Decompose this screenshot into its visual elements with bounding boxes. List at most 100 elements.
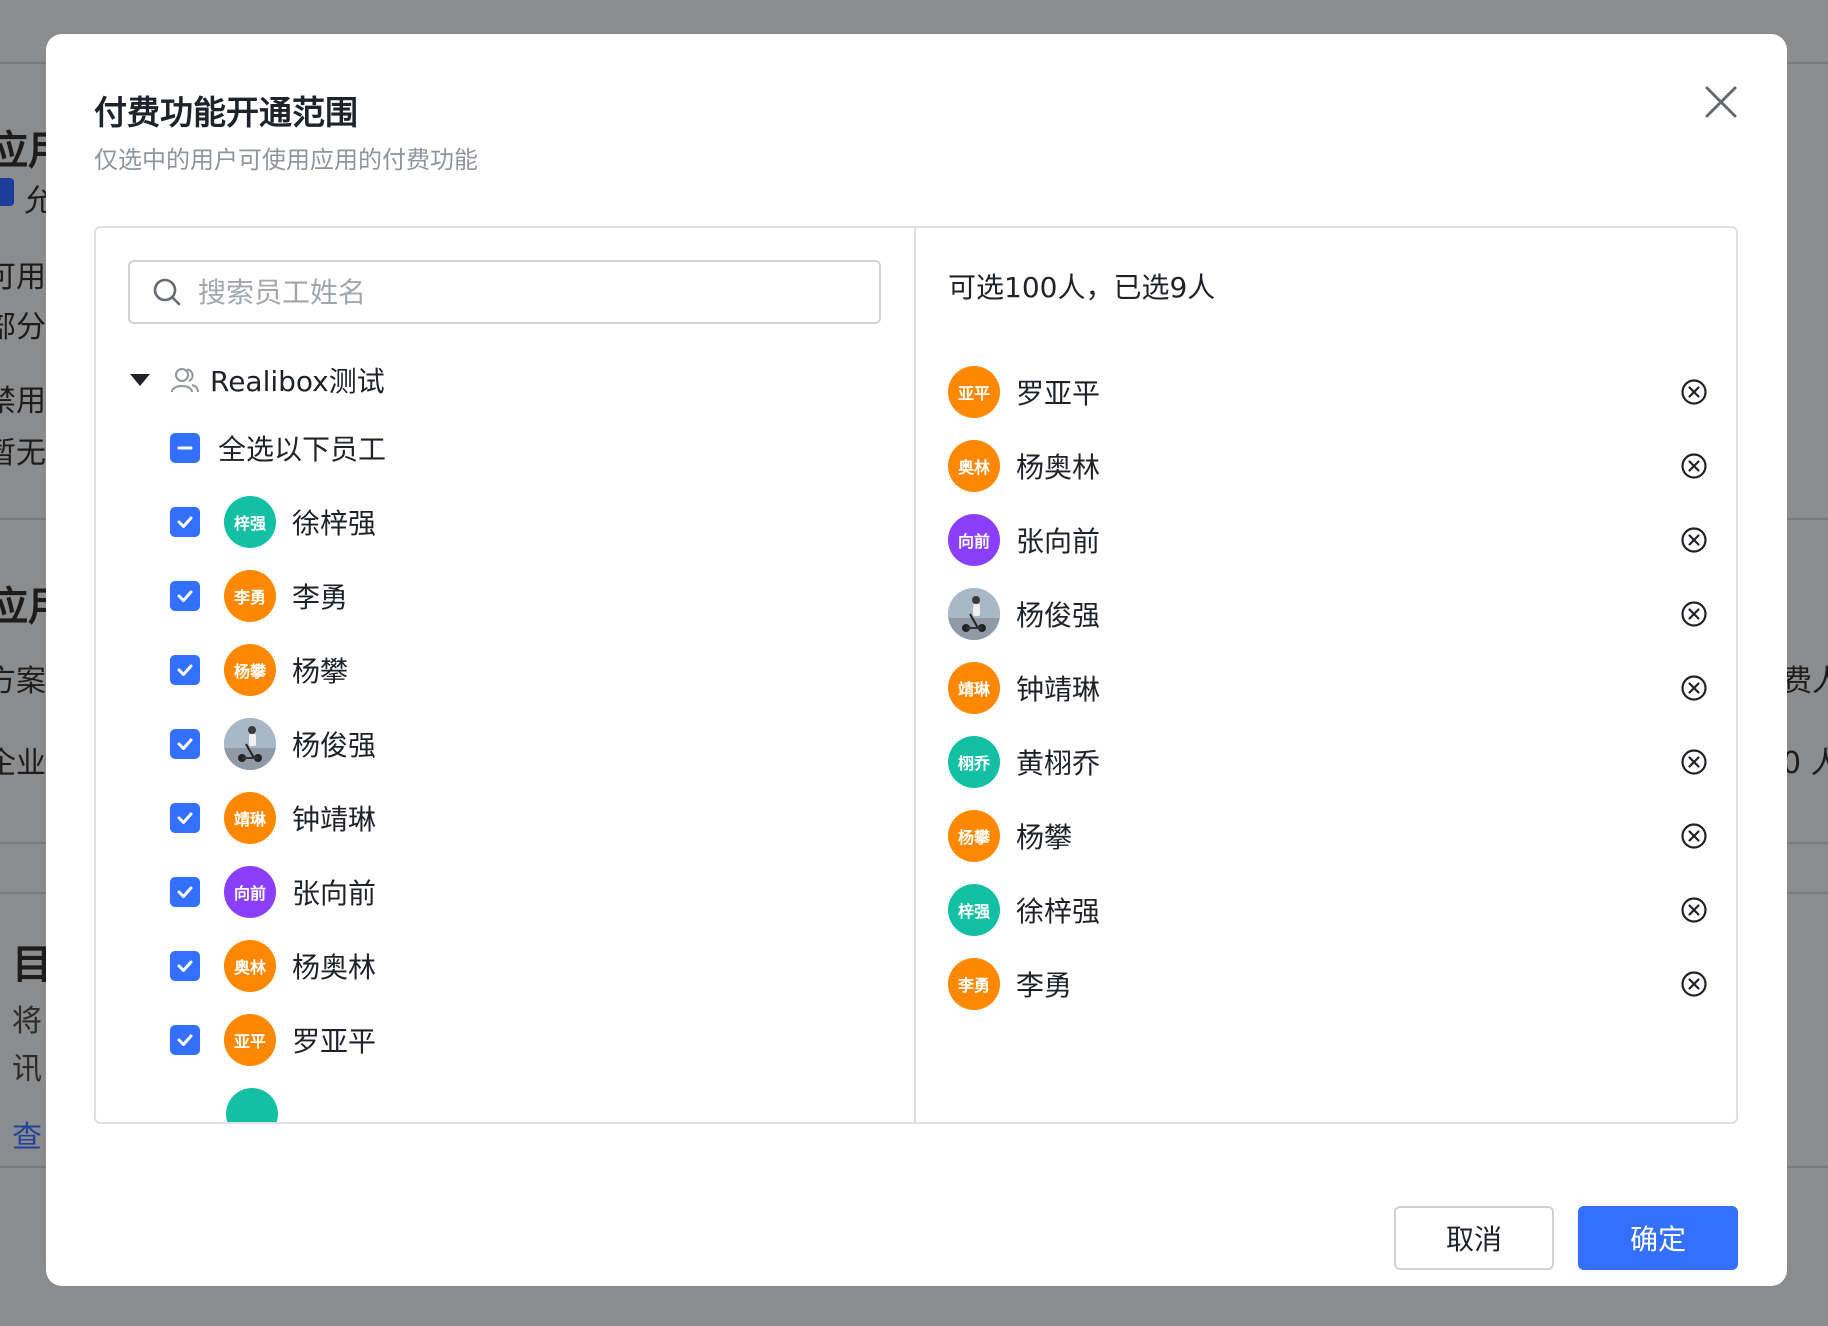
avatar: 靖琳 — [948, 662, 1000, 714]
bg-link-1[interactable]: 查 — [12, 1112, 42, 1156]
remove-selected-button[interactable] — [1680, 378, 1708, 406]
remove-circle-icon — [1681, 453, 1707, 479]
employee-name: 钟靖琳 — [292, 803, 377, 836]
confirm-button[interactable]: 确定 — [1578, 1206, 1738, 1270]
select-all-checkbox[interactable] — [170, 433, 200, 463]
employee-checkbox[interactable] — [170, 877, 200, 907]
search-box[interactable] — [128, 260, 881, 324]
remove-selected-button[interactable] — [1680, 600, 1708, 628]
employee-checkbox[interactable] — [170, 803, 200, 833]
employee-row[interactable]: 杨攀 杨攀 — [170, 640, 348, 700]
selected-row: 向前 张向前 — [948, 512, 1708, 568]
employee-name: 杨攀 — [292, 655, 349, 688]
avatar: 梓强 — [948, 884, 1000, 936]
avatar: 向前 — [948, 514, 1000, 566]
check-icon — [177, 664, 193, 676]
bg-text-r1: 费人 — [1782, 664, 1828, 699]
remove-selected-button[interactable] — [1680, 748, 1708, 776]
bg-text-10: 讯 — [12, 1052, 42, 1087]
cancel-button[interactable]: 取消 — [1394, 1206, 1554, 1270]
employee-name: 李勇 — [292, 581, 349, 614]
avatar: 靖琳 — [224, 792, 276, 844]
employee-row[interactable]: 梓强 徐梓强 — [170, 492, 376, 552]
employee-row[interactable]: 向前 张向前 — [170, 862, 376, 922]
selected-row: 靖琳 钟靖琳 — [948, 660, 1708, 716]
bg-text-9: 将 — [12, 1004, 42, 1039]
selected-name: 张向前 — [1016, 525, 1101, 558]
close-icon — [1705, 86, 1737, 118]
remove-selected-button[interactable] — [1680, 452, 1708, 480]
avatar: 亚平 — [224, 1014, 276, 1066]
avatar: 向前 — [224, 866, 276, 918]
check-icon — [177, 886, 193, 898]
employee-tree-panel: Realibox测试 全选以下员工 梓强徐梓强李勇李勇杨攀杨攀杨俊强靖琳钟靖琳向… — [96, 228, 916, 1122]
remove-selected-button[interactable] — [1680, 822, 1708, 850]
employee-name: 杨俊强 — [292, 729, 377, 762]
bg-text-3: 部分 — [0, 310, 46, 345]
employee-checkbox[interactable] — [170, 581, 200, 611]
bg-text-r2: 0 人 — [1782, 746, 1828, 781]
avatar: 奥林 — [224, 940, 276, 992]
employee-name: 杨奥林 — [292, 951, 377, 984]
remove-circle-icon — [1681, 527, 1707, 553]
bg-text-2: 可用 — [0, 260, 46, 295]
bg-text-4: 禁用 — [0, 384, 46, 419]
selected-row: 梓强 徐梓强 — [948, 882, 1708, 938]
remove-selected-button[interactable] — [1680, 526, 1708, 554]
selected-name: 钟靖琳 — [1016, 673, 1101, 706]
employee-checkbox[interactable] — [170, 507, 200, 537]
select-all-row[interactable]: 全选以下员工 — [170, 418, 386, 478]
group-icon — [171, 368, 199, 393]
employee-row[interactable]: 亚平 罗亚平 — [170, 1010, 376, 1070]
employee-row[interactable]: 奥林 杨奥林 — [170, 936, 376, 996]
select-all-label: 全选以下员工 — [218, 433, 387, 466]
remove-selected-button[interactable] — [1680, 674, 1708, 702]
selected-name: 徐梓强 — [1016, 895, 1101, 928]
avatar — [224, 718, 276, 770]
employee-row[interactable]: 杨俊强 — [170, 714, 376, 774]
selected-row: 亚平 罗亚平 — [948, 364, 1708, 420]
bg-text-5: 暂无 — [0, 436, 46, 471]
employee-checkbox[interactable] — [170, 951, 200, 981]
check-icon — [177, 516, 193, 528]
avatar: 李勇 — [224, 570, 276, 622]
avatar: 梓强 — [224, 496, 276, 548]
bg-checkbox — [0, 178, 14, 206]
remove-circle-icon — [1681, 897, 1707, 923]
remove-circle-icon — [1681, 675, 1707, 701]
check-icon — [177, 590, 193, 602]
employee-checkbox[interactable] — [170, 729, 200, 759]
search-icon — [153, 278, 181, 306]
selected-panel: 可选100人，已选9人 亚平 罗亚平 奥林 杨奥林 向前 张向前 杨俊强 靖琳 钟靖琳 栩乔 黄栩乔… — [916, 228, 1736, 1122]
avatar-partial — [226, 1088, 278, 1122]
remove-selected-button[interactable] — [1680, 896, 1708, 924]
remove-circle-icon — [1681, 823, 1707, 849]
selected-row: 李勇 李勇 — [948, 956, 1708, 1012]
employee-checkbox[interactable] — [170, 1025, 200, 1055]
caret-down-icon[interactable] — [130, 374, 150, 386]
avatar: 奥林 — [948, 440, 1000, 492]
avatar: 杨攀 — [948, 810, 1000, 862]
avatar: 杨攀 — [224, 644, 276, 696]
employee-checkbox[interactable] — [170, 655, 200, 685]
employee-name: 徐梓强 — [292, 507, 377, 540]
check-icon — [177, 1034, 193, 1046]
org-node[interactable]: Realibox测试 — [128, 358, 385, 402]
selected-name: 罗亚平 — [1016, 377, 1101, 410]
bg-text-6: 方案 — [0, 664, 46, 699]
org-name: Realibox测试 — [210, 365, 385, 398]
close-button[interactable] — [1703, 84, 1739, 120]
employee-row[interactable]: 李勇 李勇 — [170, 566, 348, 626]
remove-selected-button[interactable] — [1680, 970, 1708, 998]
selected-name: 杨攀 — [1016, 821, 1073, 854]
employee-row[interactable]: 靖琳 钟靖琳 — [170, 788, 376, 848]
search-input[interactable] — [198, 275, 848, 309]
avatar: 亚平 — [948, 366, 1000, 418]
selection-summary: 可选100人，已选9人 — [948, 271, 1216, 304]
selected-row: 奥林 杨奥林 — [948, 438, 1708, 494]
modal-title: 付费功能开通范围 — [94, 93, 358, 132]
indeterminate-icon — [177, 446, 193, 450]
check-icon — [177, 738, 193, 750]
picker-panel: Realibox测试 全选以下员工 梓强徐梓强李勇李勇杨攀杨攀杨俊强靖琳钟靖琳向… — [94, 226, 1738, 1124]
selected-name: 李勇 — [1016, 969, 1073, 1002]
